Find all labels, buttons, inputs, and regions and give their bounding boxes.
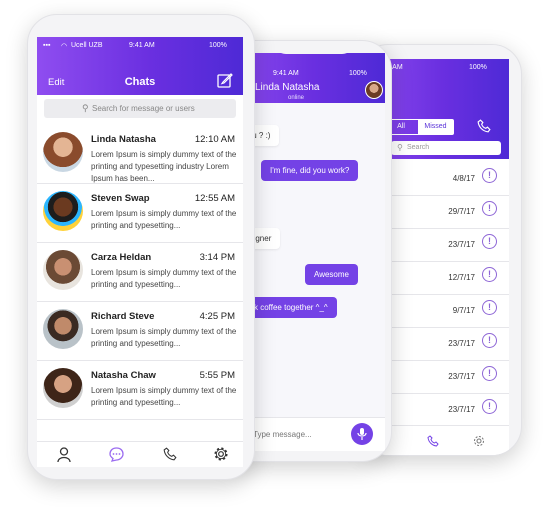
info-icon[interactable]: !	[482, 300, 497, 315]
status-battery: 100%	[209, 42, 227, 49]
call-date: 9/7/17	[452, 306, 475, 315]
info-icon[interactable]: !	[482, 333, 497, 348]
search-bar: ⚲ Search for message or users	[37, 95, 243, 125]
contact-name: Linda Natasha	[91, 134, 156, 145]
call-date: 23/7/17	[448, 372, 475, 381]
message-preview: Lorem Ipsum is simply dummy text of the …	[91, 268, 237, 289]
call-date: 23/7/17	[448, 339, 475, 348]
status-carrier: Ucell UZB	[71, 42, 103, 49]
bottom-nav	[37, 441, 243, 467]
call-filter-segment: All Missed	[383, 119, 454, 135]
contact-name: Carza Heldan	[91, 252, 152, 263]
search-placeholder: Search for message or users	[92, 104, 195, 113]
chat-list-item[interactable]: Linda Natasha 12:10 AM Lorem Ipsum is simp…	[37, 125, 243, 184]
message-time: 12:55 AM	[194, 193, 235, 204]
gear-icon[interactable]	[473, 435, 485, 447]
notch	[437, 45, 508, 58]
status-bar: ▪▪▪ ◠ Ucell UZB 9:41 AM 100%	[37, 37, 243, 55]
message-preview: Lorem Ipsum is simply dummy text of the …	[91, 150, 237, 183]
chat-list-item[interactable]: Natasha Chaw 5:55 PM Lorem Ipsum is simply…	[37, 361, 243, 420]
info-icon[interactable]: !	[482, 399, 497, 414]
wifi-icon: ◠	[61, 43, 68, 50]
avatar[interactable]	[365, 81, 383, 99]
call-date: 29/7/17	[448, 207, 475, 216]
message-bubble: I'm fine, did you work?	[261, 160, 359, 181]
avatar[interactable]	[43, 250, 83, 290]
tab-missed[interactable]: Missed	[418, 120, 453, 134]
message-input[interactable]: Type message...	[253, 430, 312, 439]
info-icon[interactable]: !	[482, 201, 497, 216]
chat-list-item[interactable]: Carza Heldan 3:14 PM Lorem Ipsum is simply…	[37, 243, 243, 302]
chat-list-item[interactable]: Richard Steve 4:25 PM Lorem Ipsum is simpl…	[37, 302, 243, 361]
chats-phone: ▪▪▪ ◠ Ucell UZB 9:41 AM 100% Edit Chats …	[27, 14, 255, 480]
info-icon[interactable]: !	[482, 366, 497, 381]
status-time: 9:41 AM	[273, 70, 299, 77]
message-bubble: Awesome	[305, 264, 358, 285]
status-battery: 100%	[469, 64, 487, 71]
phone-icon[interactable]	[477, 119, 491, 133]
compose-icon[interactable]	[217, 72, 233, 88]
search-input[interactable]: ⚲ Search for message or users	[44, 99, 236, 118]
search-placeholder: Search	[407, 144, 430, 151]
phone-icon[interactable]	[163, 447, 177, 461]
info-icon[interactable]: !	[482, 267, 497, 282]
call-date: 23/7/17	[448, 405, 475, 414]
contact-name: Richard Steve	[91, 311, 155, 322]
avatar[interactable]	[43, 132, 83, 172]
message-preview: Lorem Ipsum is simply dummy text of the …	[91, 209, 237, 230]
call-date: 12/7/17	[448, 273, 475, 282]
message-preview: Lorem Ipsum is simply dummy text of the …	[91, 327, 237, 348]
info-icon[interactable]: !	[482, 234, 497, 249]
signal-icon: ▪▪▪	[43, 42, 51, 49]
gear-icon[interactable]	[213, 446, 229, 462]
notch	[274, 41, 355, 54]
user-icon[interactable]	[57, 447, 71, 462]
avatar[interactable]	[43, 309, 83, 349]
status-battery: 100%	[349, 70, 367, 77]
search-input[interactable]: ⚲ Search	[391, 141, 501, 155]
notch	[83, 15, 199, 37]
microphone-button[interactable]	[351, 423, 373, 445]
message-time: 12:10 AM	[194, 134, 235, 145]
contact-name: Natasha Chaw	[91, 370, 156, 381]
contact-status: online	[288, 95, 305, 101]
call-date: 4/8/17	[452, 174, 475, 183]
search-icon: ⚲	[82, 103, 89, 113]
call-date: 23/7/17	[448, 240, 475, 249]
message-time: 4:25 PM	[199, 311, 235, 322]
chat-icon[interactable]	[109, 447, 124, 462]
contact-name: Steven Swap	[91, 193, 150, 204]
chats-screen: ▪▪▪ ◠ Ucell UZB 9:41 AM 100% Edit Chats …	[37, 37, 243, 467]
info-icon[interactable]: !	[482, 168, 497, 183]
search-icon: ⚲	[397, 143, 403, 152]
message-time: 5:55 PM	[199, 370, 235, 381]
message-time: 3:14 PM	[199, 252, 235, 263]
chat-list-item[interactable]: Steven Swap 12:55 AM Lorem Ipsum is simply…	[37, 184, 243, 243]
message-preview: Lorem Ipsum is simply dummy text of the …	[91, 386, 237, 407]
chats-header: ▪▪▪ ◠ Ucell UZB 9:41 AM 100% Edit Chats	[37, 37, 243, 95]
microphone-icon	[357, 428, 367, 440]
avatar[interactable]	[43, 368, 83, 408]
contact-name: Linda Natasha	[255, 82, 320, 93]
page-title: Chats	[124, 76, 156, 88]
status-time: 9:41 AM	[129, 42, 155, 49]
phone-icon[interactable]	[427, 435, 439, 447]
avatar[interactable]	[43, 191, 83, 231]
